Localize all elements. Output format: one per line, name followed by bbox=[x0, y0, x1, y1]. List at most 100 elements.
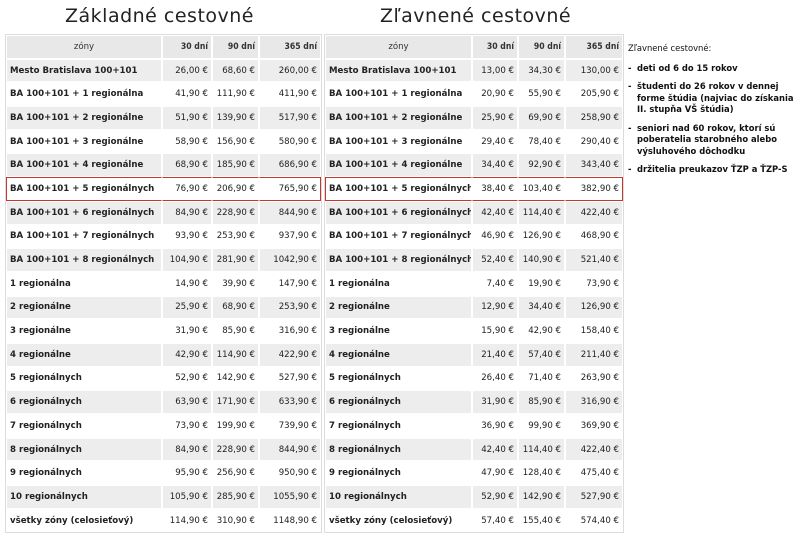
zone-cell: BA 100+101 + 6 regionálnych bbox=[6, 200, 162, 225]
table-row: 10 regionálnych 105,90 €285,90 €1055,90 € bbox=[6, 485, 321, 509]
header-30-days: 30 dní bbox=[472, 35, 518, 59]
price-90-days: 156,90 € bbox=[212, 129, 259, 154]
price-30-days: 25,90 € bbox=[472, 106, 518, 130]
table-row: BA 100+101 + 4 regionálne 34,40 €92,90 €3… bbox=[325, 153, 623, 178]
price-30-days: 47,90 € bbox=[472, 461, 518, 486]
price-90-days: 55,90 € bbox=[518, 82, 565, 107]
price-365-days: 126,90 € bbox=[565, 295, 623, 320]
price-90-days: 114,90 € bbox=[212, 342, 259, 367]
price-365-days: 73,90 € bbox=[565, 271, 623, 296]
table-row: 5 regionálnych 52,90 €142,90 €527,90 € bbox=[6, 366, 321, 391]
price-90-days: 114,40 € bbox=[518, 437, 565, 462]
price-30-days: 93,90 € bbox=[162, 224, 212, 249]
price-30-days: 31,90 € bbox=[162, 319, 212, 343]
zone-cell: Mesto Bratislava 100+101 bbox=[325, 58, 472, 83]
price-90-days: 71,40 € bbox=[518, 366, 565, 391]
price-90-days: 139,90 € bbox=[212, 106, 259, 130]
zone-cell: 5 regionálnych bbox=[6, 366, 162, 391]
table-row: 3 regionálne 15,90 €42,90 €158,40 € bbox=[325, 319, 623, 343]
table-row: 6 regionálnych 31,90 €85,90 €316,90 € bbox=[325, 390, 623, 414]
table-row: všetky zóny (celosieťový) 57,40 €155,40 €… bbox=[325, 508, 623, 533]
zone-cell: BA 100+101 + 2 regionálne bbox=[325, 106, 472, 130]
table-row: 5 regionálnych 26,40 €71,40 €263,90 € bbox=[325, 366, 623, 391]
price-30-days: 84,90 € bbox=[162, 200, 212, 225]
table-row: 2 regionálne 25,90 €68,90 €253,90 € bbox=[6, 295, 321, 320]
price-90-days: 155,40 € bbox=[518, 508, 565, 533]
price-90-days: 34,40 € bbox=[518, 295, 565, 320]
price-365-days: 422,90 € bbox=[259, 342, 321, 367]
price-365-days: 739,90 € bbox=[259, 414, 321, 438]
price-365-days: 130,00 € bbox=[565, 58, 623, 83]
table-row: BA 100+101 + 4 regionálne 68,90 €185,90 €… bbox=[6, 153, 321, 178]
price-90-days: 34,30 € bbox=[518, 58, 565, 83]
price-30-days: 68,90 € bbox=[162, 153, 212, 178]
price-365-days: 633,90 € bbox=[259, 390, 321, 414]
zone-cell: 8 regionálnych bbox=[325, 437, 472, 462]
price-365-days: 580,90 € bbox=[259, 129, 321, 154]
price-30-days: 29,40 € bbox=[472, 129, 518, 154]
notes-item: študenti do 26 rokov v dennej forme štúd… bbox=[628, 81, 798, 116]
price-90-days: 142,90 € bbox=[518, 485, 565, 509]
price-90-days: 68,90 € bbox=[212, 295, 259, 320]
price-30-days: 7,40 € bbox=[472, 271, 518, 296]
price-90-days: 68,60 € bbox=[212, 58, 259, 83]
price-30-days: 20,90 € bbox=[472, 82, 518, 107]
price-90-days: 78,40 € bbox=[518, 129, 565, 154]
price-90-days: 142,90 € bbox=[212, 366, 259, 391]
zone-cell: BA 100+101 + 5 regionálnych bbox=[325, 177, 472, 201]
table-row: 1 regionálna 7,40 €19,90 €73,90 € bbox=[325, 271, 623, 296]
price-365-days: 205,90 € bbox=[565, 82, 623, 107]
price-30-days: 42,90 € bbox=[162, 342, 212, 367]
table-row: BA 100+101 + 7 regionálnych 93,90 €253,90… bbox=[6, 224, 321, 249]
table-row: BA 100+101 + 6 regionálnych 84,90 €228,90… bbox=[6, 200, 321, 225]
header-zones: zóny bbox=[6, 35, 162, 59]
price-30-days: 26,40 € bbox=[472, 366, 518, 391]
zone-cell: 1 regionálna bbox=[6, 271, 162, 296]
table-header-row: zóny 30 dní 90 dní 365 dní bbox=[6, 35, 321, 59]
zone-cell: BA 100+101 + 3 regionálne bbox=[325, 129, 472, 154]
table-row: 2 regionálne 12,90 €34,40 €126,90 € bbox=[325, 295, 623, 320]
zone-cell: BA 100+101 + 7 regionálnych bbox=[325, 224, 472, 249]
price-90-days: 228,90 € bbox=[212, 200, 259, 225]
zone-cell: 7 regionálnych bbox=[6, 414, 162, 438]
price-365-days: 527,90 € bbox=[565, 485, 623, 509]
price-30-days: 57,40 € bbox=[472, 508, 518, 533]
price-365-days: 521,40 € bbox=[565, 248, 623, 272]
discount-fares-table: zóny 30 dní 90 dní 365 dní Mesto Bratisl… bbox=[324, 34, 624, 533]
zone-cell: 2 regionálne bbox=[6, 295, 162, 320]
price-90-days: 253,90 € bbox=[212, 224, 259, 249]
price-90-days: 128,40 € bbox=[518, 461, 565, 486]
price-90-days: 228,90 € bbox=[212, 437, 259, 462]
header-365-days: 365 dní bbox=[565, 35, 623, 59]
table-row: 4 regionálne 21,40 €57,40 €211,40 € bbox=[325, 342, 623, 367]
price-30-days: 52,40 € bbox=[472, 248, 518, 272]
price-90-days: 39,90 € bbox=[212, 271, 259, 296]
price-90-days: 171,90 € bbox=[212, 390, 259, 414]
price-365-days: 1042,90 € bbox=[259, 248, 321, 272]
price-365-days: 844,90 € bbox=[259, 200, 321, 225]
zone-cell: 6 regionálnych bbox=[325, 390, 472, 414]
table-row: 7 regionálnych 36,90 €99,90 €369,90 € bbox=[325, 414, 623, 438]
zone-cell: BA 100+101 + 4 regionálne bbox=[325, 153, 472, 178]
price-365-days: 574,40 € bbox=[565, 508, 623, 533]
price-90-days: 57,40 € bbox=[518, 342, 565, 367]
table-row: 1 regionálna 14,90 €39,90 €147,90 € bbox=[6, 271, 321, 296]
table-row: 6 regionálnych 63,90 €171,90 €633,90 € bbox=[6, 390, 321, 414]
price-365-days: 422,40 € bbox=[565, 437, 623, 462]
zone-cell: 7 regionálnych bbox=[325, 414, 472, 438]
zone-cell: 3 regionálne bbox=[6, 319, 162, 343]
price-30-days: 76,90 € bbox=[162, 177, 212, 201]
header-zones: zóny bbox=[325, 35, 472, 59]
price-365-days: 290,40 € bbox=[565, 129, 623, 154]
table-row: BA 100+101 + 3 regionálne 58,90 €156,90 €… bbox=[6, 129, 321, 154]
basic-fares-table: zóny 30 dní 90 dní 365 dní Mesto Bratisl… bbox=[5, 34, 322, 533]
price-365-days: 343,40 € bbox=[565, 153, 623, 178]
table-header-row: zóny 30 dní 90 dní 365 dní bbox=[325, 35, 623, 59]
discount-fares-title: Zľavnené cestovné bbox=[380, 5, 572, 27]
zone-cell: 5 regionálnych bbox=[325, 366, 472, 391]
price-90-days: 111,90 € bbox=[212, 82, 259, 107]
table-row: BA 100+101 + 3 regionálne 29,40 €78,40 €2… bbox=[325, 129, 623, 154]
price-90-days: 69,90 € bbox=[518, 106, 565, 130]
price-90-days: 103,40 € bbox=[518, 177, 565, 201]
price-365-days: 765,90 € bbox=[259, 177, 321, 201]
